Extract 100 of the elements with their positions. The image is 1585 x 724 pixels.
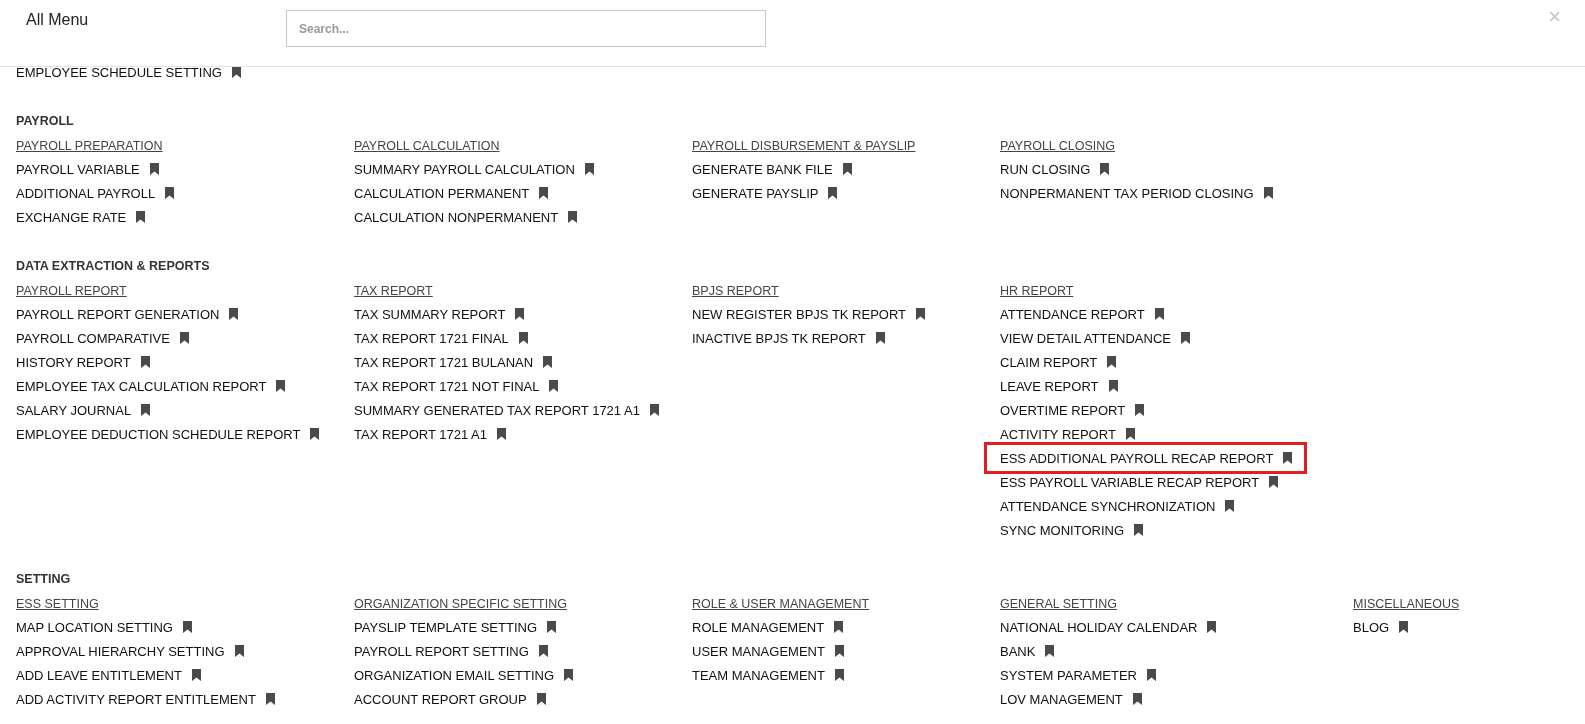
menu-item[interactable]: EMPLOYEE SCHEDULE SETTING bbox=[16, 62, 241, 82]
group-heading-link[interactable]: ROLE & USER MANAGEMENT bbox=[692, 597, 870, 611]
menu-item[interactable]: TAX REPORT 1721 BULANAN bbox=[354, 352, 553, 372]
bookmark-icon[interactable] bbox=[515, 308, 525, 320]
group-heading-link[interactable]: MISCELLANEOUS bbox=[1353, 597, 1460, 611]
menu-item[interactable]: TEAM MANAGEMENT bbox=[692, 665, 844, 685]
bookmark-icon[interactable] bbox=[310, 428, 320, 440]
menu-item[interactable]: SALARY JOURNAL bbox=[16, 400, 151, 420]
menu-item[interactable]: NONPERMANENT TAX PERIOD CLOSING bbox=[1000, 183, 1273, 203]
group-heading-link[interactable]: GENERAL SETTING bbox=[1000, 597, 1117, 611]
menu-item[interactable]: PAYSLIP TEMPLATE SETTING bbox=[354, 617, 556, 637]
bookmark-icon[interactable] bbox=[1132, 693, 1142, 705]
bookmark-icon[interactable] bbox=[229, 308, 239, 320]
menu-item[interactable]: ROLE MANAGEMENT bbox=[692, 617, 844, 637]
bookmark-icon[interactable] bbox=[828, 187, 838, 199]
menu-item[interactable]: RUN CLOSING bbox=[1000, 159, 1110, 179]
menu-item[interactable]: EMPLOYEE DEDUCTION SCHEDULE REPORT bbox=[16, 424, 320, 444]
bookmark-icon[interactable] bbox=[1100, 163, 1110, 175]
menu-item[interactable]: PAYROLL REPORT SETTING bbox=[354, 641, 548, 661]
group-heading-link[interactable]: PAYROLL PREPARATION bbox=[16, 139, 163, 153]
menu-item[interactable]: LOV MANAGEMENT bbox=[1000, 689, 1142, 709]
bookmark-icon[interactable] bbox=[568, 211, 578, 223]
bookmark-icon[interactable] bbox=[136, 211, 146, 223]
group-heading-link[interactable]: HR REPORT bbox=[1000, 284, 1074, 298]
menu-item[interactable]: SYNC MONITORING bbox=[1000, 520, 1143, 540]
menu-item[interactable]: TAX SUMMARY REPORT bbox=[354, 304, 525, 324]
bookmark-icon[interactable] bbox=[276, 380, 286, 392]
group-heading-link[interactable]: PAYROLL CLOSING bbox=[1000, 139, 1116, 153]
bookmark-icon[interactable] bbox=[1147, 669, 1156, 681]
menu-item[interactable]: BLOG bbox=[1353, 617, 1409, 637]
menu-item[interactable]: SUMMARY PAYROLL CALCULATION bbox=[354, 159, 594, 179]
menu-item[interactable]: GENERATE PAYSLIP bbox=[692, 183, 838, 203]
bookmark-icon[interactable] bbox=[1263, 187, 1273, 199]
menu-item[interactable]: PAYROLL REPORT GENERATION bbox=[16, 304, 239, 324]
menu-item[interactable]: SUMMARY GENERATED TAX REPORT 1721 A1 bbox=[354, 400, 659, 420]
bookmark-icon[interactable] bbox=[1399, 621, 1409, 633]
highlighted-menu-item[interactable]: ESS ADDITIONAL PAYROLL RECAP REPORT bbox=[987, 445, 1305, 471]
menu-item[interactable]: PAYROLL COMPARATIVE bbox=[16, 328, 189, 348]
menu-item[interactable]: TAX REPORT 1721 NOT FINAL bbox=[354, 376, 559, 396]
group-heading-link[interactable]: PAYROLL CALCULATION bbox=[354, 139, 500, 153]
bookmark-icon[interactable] bbox=[140, 356, 150, 368]
bookmark-icon[interactable] bbox=[584, 163, 594, 175]
menu-item[interactable]: TAX REPORT 1721 A1 bbox=[354, 424, 506, 444]
menu-item[interactable]: NATIONAL HOLIDAY CALENDAR bbox=[1000, 617, 1217, 637]
bookmark-icon[interactable] bbox=[543, 356, 553, 368]
menu-item[interactable]: NEW REGISTER BPJS TK REPORT bbox=[692, 304, 926, 324]
bookmark-icon[interactable] bbox=[496, 428, 506, 440]
menu-item[interactable]: ATTENDANCE SYNCHRONIZATION bbox=[1000, 496, 1235, 516]
group-heading-link[interactable]: BPJS REPORT bbox=[692, 284, 779, 298]
bookmark-icon[interactable] bbox=[539, 187, 549, 199]
bookmark-icon[interactable] bbox=[265, 693, 275, 705]
bookmark-icon[interactable] bbox=[1107, 356, 1117, 368]
bookmark-icon[interactable] bbox=[547, 621, 556, 633]
bookmark-icon[interactable] bbox=[1283, 452, 1293, 464]
bookmark-icon[interactable] bbox=[834, 621, 844, 633]
bookmark-icon[interactable] bbox=[549, 380, 559, 392]
bookmark-icon[interactable] bbox=[165, 187, 175, 199]
menu-item[interactable]: INACTIVE BPJS TK REPORT bbox=[692, 328, 885, 348]
bookmark-icon[interactable] bbox=[1269, 476, 1279, 488]
bookmark-icon[interactable] bbox=[1225, 500, 1235, 512]
menu-item[interactable]: EXCHANGE RATE bbox=[16, 207, 146, 227]
menu-item[interactable]: CALCULATION PERMANENT bbox=[354, 183, 549, 203]
bookmark-icon[interactable] bbox=[842, 163, 852, 175]
bookmark-icon[interactable] bbox=[179, 332, 189, 344]
bookmark-icon[interactable] bbox=[1135, 404, 1145, 416]
bookmark-icon[interactable] bbox=[564, 669, 574, 681]
menu-item[interactable]: CALCULATION NONPERMANENT bbox=[354, 207, 578, 227]
bookmark-icon[interactable] bbox=[538, 645, 548, 657]
menu-item[interactable]: ORGANIZATION EMAIL SETTING bbox=[354, 665, 574, 685]
menu-item[interactable]: ATTENDANCE REPORT bbox=[1000, 304, 1164, 324]
bookmark-icon[interactable] bbox=[916, 308, 926, 320]
menu-item[interactable]: BANK bbox=[1000, 641, 1055, 661]
bookmark-icon[interactable] bbox=[875, 332, 885, 344]
bookmark-icon[interactable] bbox=[141, 404, 151, 416]
group-heading-link[interactable]: PAYROLL DISBURSEMENT & PAYSLIP bbox=[692, 139, 916, 153]
menu-item[interactable]: ADD LEAVE ENTITLEMENT bbox=[16, 665, 201, 685]
menu-item[interactable]: USER MANAGEMENT bbox=[692, 641, 844, 661]
bookmark-icon[interactable] bbox=[234, 645, 244, 657]
menu-item[interactable]: HISTORY REPORT bbox=[16, 352, 150, 372]
group-heading-link[interactable]: ORGANIZATION SPECIFIC SETTING bbox=[354, 597, 567, 611]
bookmark-icon[interactable] bbox=[231, 66, 241, 78]
menu-item[interactable]: OVERTIME REPORT bbox=[1000, 400, 1145, 420]
menu-item[interactable]: ACTIVITY REPORT bbox=[1000, 424, 1135, 444]
bookmark-icon[interactable] bbox=[149, 163, 159, 175]
group-heading-link[interactable]: TAX REPORT bbox=[354, 284, 433, 298]
menu-item[interactable]: APPROVAL HIERARCHY SETTING bbox=[16, 641, 244, 661]
menu-item[interactable]: VIEW DETAIL ATTENDANCE bbox=[1000, 328, 1190, 348]
menu-item[interactable]: SYSTEM PARAMETER bbox=[1000, 665, 1156, 685]
menu-item[interactable]: GENERATE BANK FILE bbox=[692, 159, 852, 179]
bookmark-icon[interactable] bbox=[1134, 524, 1143, 536]
bookmark-icon[interactable] bbox=[183, 621, 192, 633]
bookmark-icon[interactable] bbox=[536, 693, 546, 705]
bookmark-icon[interactable] bbox=[191, 669, 201, 681]
menu-item[interactable]: ACCOUNT REPORT GROUP bbox=[354, 689, 546, 709]
bookmark-icon[interactable] bbox=[649, 404, 659, 416]
bookmark-icon[interactable] bbox=[1154, 308, 1164, 320]
menu-item[interactable]: PAYROLL VARIABLE bbox=[16, 159, 159, 179]
menu-item[interactable]: ESS PAYROLL VARIABLE RECAP REPORT bbox=[1000, 472, 1279, 492]
menu-item[interactable]: CLAIM REPORT bbox=[1000, 352, 1117, 372]
menu-item[interactable]: MAP LOCATION SETTING bbox=[16, 617, 192, 637]
